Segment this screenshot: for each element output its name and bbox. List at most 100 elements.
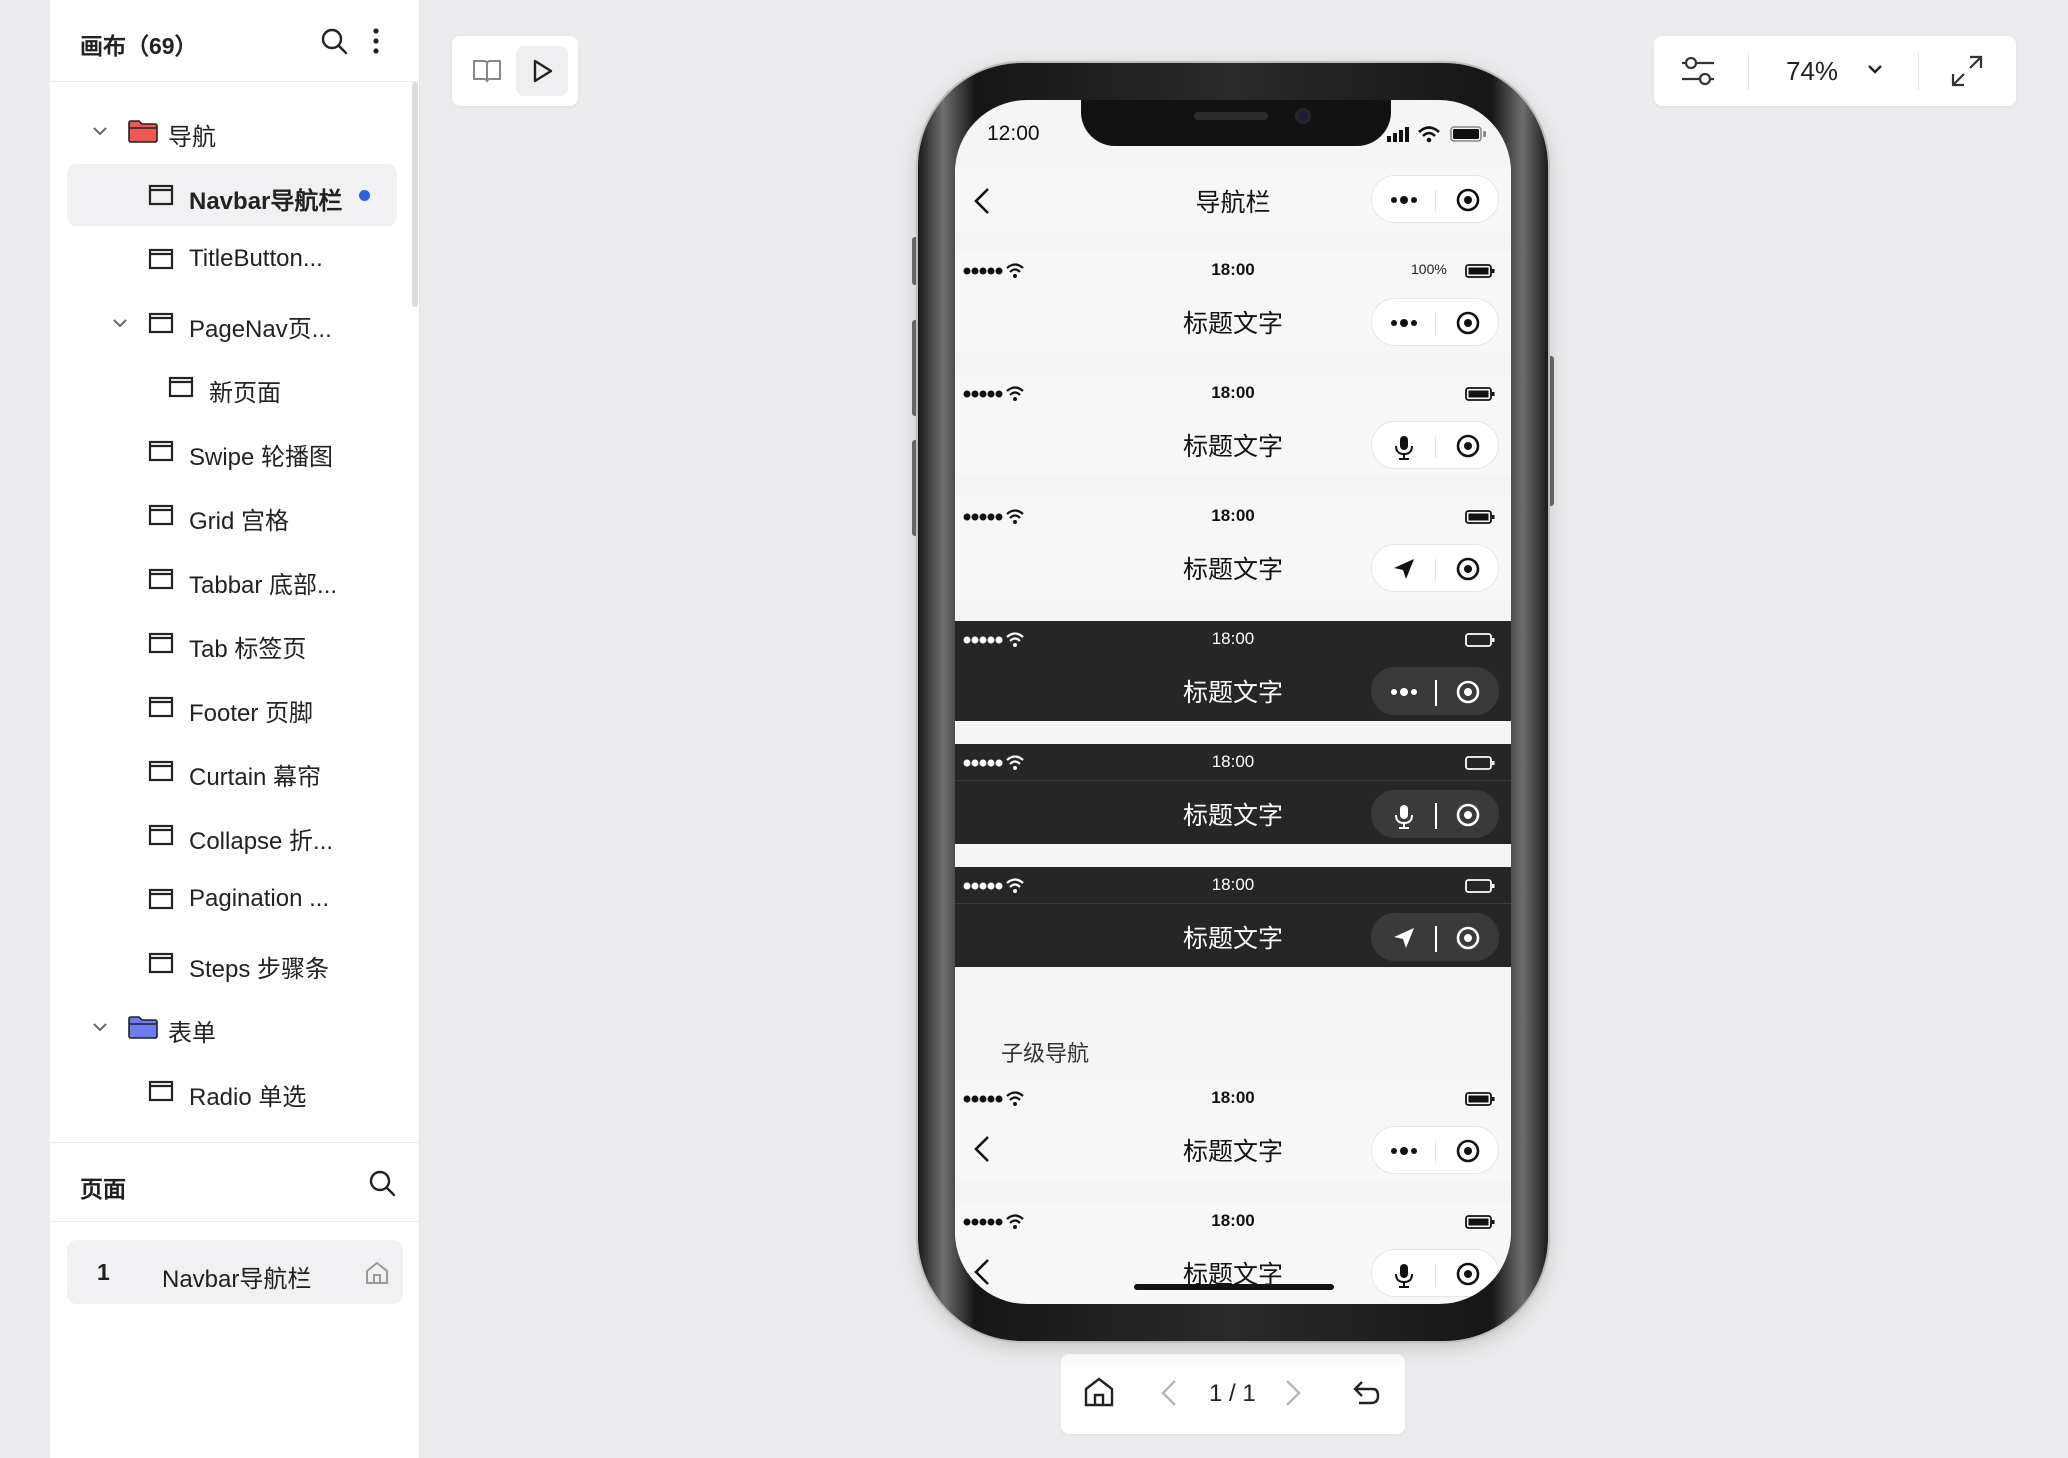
page-icon [148,248,174,270]
tree-item-label: Navbar导航栏 [189,188,343,215]
tree-item-pagination[interactable]: Pagination ... [50,868,410,930]
bar-time: 18:00 [1211,875,1255,894]
canvas-toolbox [452,36,578,106]
zoom-toolbar: 74% [1654,36,2016,106]
navbar-light-more: 18:00 100% 标题文字 [955,252,1511,352]
chevron-right-icon[interactable] [1283,1378,1303,1408]
page-icon [148,184,174,206]
tree-item-pagenav[interactable]: PageNav页... [50,292,410,354]
tree-item-tab[interactable]: Tab 标签页 [50,612,410,674]
tree-folder-form[interactable]: 表单 [50,996,410,1058]
menu-capsule [1371,298,1499,346]
tree-item-navbar[interactable]: Navbar导航栏 [67,164,397,226]
navbar-dark-more: 18:00 标题文字 [955,621,1511,721]
close-target-icon[interactable] [1436,176,1500,224]
more-icon[interactable] [1372,299,1436,347]
navbar-dark-mic: 18:00 标题文字 [955,744,1511,844]
close-target-icon[interactable] [1436,299,1500,347]
tree-item-curtain[interactable]: Curtain 幕帘 [50,740,410,802]
tree-item-label: Collapse 折... [189,828,334,855]
tree-item-new-page[interactable]: 新页面 [50,356,410,418]
camera-icon [1295,108,1311,124]
sliders-icon[interactable] [1680,54,1716,88]
home-icon[interactable] [1083,1376,1115,1408]
phone-screen: 12:00 导航栏 18:00 100% 标题文字 18:00 标题文字 18:… [955,100,1511,1304]
microphone-icon[interactable] [1372,1250,1436,1298]
tree-item-label: Curtain 幕帘 [189,764,322,791]
divider [1918,52,1919,90]
tree-item-swipe[interactable]: Swipe 轮播图 [50,420,410,482]
location-arrow-icon[interactable] [1372,545,1436,593]
zoom-level[interactable]: 74% [1786,56,1838,87]
fullscreen-icon[interactable] [1950,54,1984,88]
battery-icon [1465,755,1495,771]
menu-capsule [1371,1249,1499,1297]
close-target-icon[interactable] [1436,914,1500,962]
tree-scrollbar[interactable] [412,82,418,307]
page-icon [148,696,174,718]
page-icon [168,376,194,398]
bar-time: 18:00 [1211,629,1255,648]
page-icon [148,888,174,910]
tree-item-radio[interactable]: Radio 单选 [50,1060,410,1122]
menu-capsule [1371,667,1499,715]
tree-item-steps[interactable]: Steps 步骤条 [50,932,410,994]
close-target-icon[interactable] [1436,791,1500,839]
menu-capsule [1371,175,1499,223]
bar-time: 18:00 [1211,1088,1255,1107]
tree-item-label: TitleButton... [189,245,323,272]
bar-divider [955,903,1511,904]
more-icon[interactable] [1372,176,1436,224]
page-icon [148,760,174,782]
menu-capsule [1371,544,1499,592]
tree-item-label: Pagination ... [189,885,330,912]
divider [1748,52,1749,90]
tree-item-label: 表单 [168,1020,216,1047]
chevron-down-icon[interactable] [92,125,108,137]
battery-icon [1465,1091,1495,1107]
phone-notch [1081,100,1391,146]
page-icon [148,504,174,526]
tree-item-grid[interactable]: Grid 宫格 [50,484,410,546]
section-label: 子级导航 [1001,1041,1090,1066]
search-icon[interactable] [320,27,348,55]
tree-item-footer[interactable]: Footer 页脚 [50,676,410,738]
navbar-light-location: 18:00 标题文字 [955,498,1511,598]
page-icon [148,312,174,334]
more-icon[interactable] [1372,1127,1436,1175]
preview-play-button[interactable] [516,46,568,96]
chevron-down-icon[interactable] [112,317,128,329]
close-target-icon[interactable] [1436,668,1500,716]
location-arrow-icon[interactable] [1372,914,1436,962]
microphone-icon[interactable] [1372,422,1436,470]
close-target-icon[interactable] [1436,545,1500,593]
chevron-down-icon[interactable] [92,1021,108,1033]
tree-item-titlebutton[interactable]: TitleButton... [50,228,410,290]
close-target-icon[interactable] [1436,422,1500,470]
undo-icon[interactable] [1349,1376,1381,1408]
tree-item-label: Swipe 轮播图 [189,444,334,471]
chevron-down-icon[interactable] [1866,62,1884,76]
more-icon[interactable] [1372,668,1436,716]
home-icon[interactable] [364,1260,390,1286]
page-number: 1 [97,1259,110,1285]
tree-folder-navigation[interactable]: 导航 [50,100,410,162]
page-icon [148,1080,174,1102]
tree-item-collapse[interactable]: Collapse 折... [50,804,410,866]
battery-icon [1465,509,1495,525]
status-icons [1387,124,1493,144]
page-list-item[interactable]: 1 Navbar导航栏 [67,1240,403,1304]
search-icon[interactable] [368,1169,396,1197]
tree-item-label: Tabbar 底部... [189,572,338,599]
more-vertical-icon[interactable] [372,27,380,55]
close-target-icon[interactable] [1436,1250,1500,1298]
chevron-left-icon[interactable] [1159,1378,1179,1408]
close-target-icon[interactable] [1436,1127,1500,1175]
microphone-icon[interactable] [1372,791,1436,839]
page-icon [148,440,174,462]
canvas-title: 画布（69） [80,33,198,59]
book-icon[interactable] [472,57,502,85]
tree-item-tabbar[interactable]: Tabbar 底部... [50,548,410,610]
menu-capsule [1371,1126,1499,1174]
pages-title: 页面 [80,1176,126,1202]
